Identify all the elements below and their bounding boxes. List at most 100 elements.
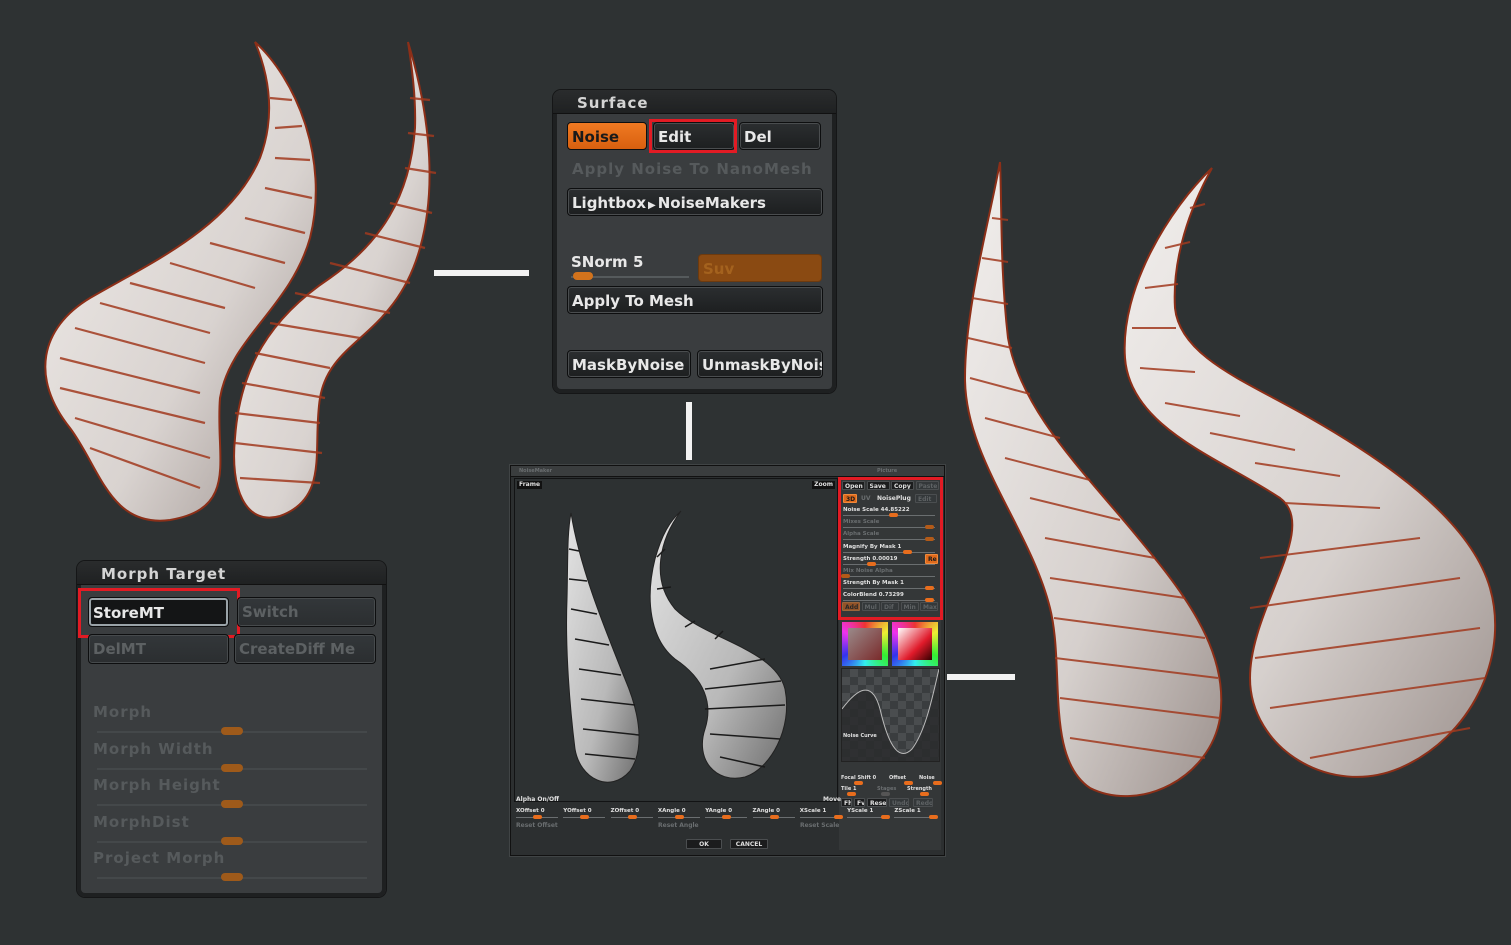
noise-param-track[interactable] xyxy=(843,563,935,565)
snorm-label: SNorm xyxy=(571,253,628,271)
transform-handle[interactable] xyxy=(833,815,843,819)
morph-slider-handle[interactable] xyxy=(221,727,243,735)
transform-handle[interactable] xyxy=(674,815,684,819)
move-button[interactable]: Move xyxy=(823,796,841,804)
reset-angle-button[interactable]: Reset Angle xyxy=(658,822,699,830)
lightbox-noisemakers-button[interactable]: Lightbox ▶ NoiseMakers xyxy=(567,188,823,216)
unmask-by-noise-button[interactable]: UnmaskByNois xyxy=(697,350,823,378)
copy-button[interactable]: Copy xyxy=(891,481,914,490)
blend-max-button[interactable]: Max xyxy=(920,602,938,611)
noise-param-track[interactable] xyxy=(843,588,935,590)
reset-scale-button[interactable]: Reset Scale xyxy=(800,822,839,830)
reset-offset-button[interactable]: Reset Offset xyxy=(516,822,558,830)
switch-button[interactable]: Switch xyxy=(237,597,376,627)
mask-by-noise-button[interactable]: MaskByNoise xyxy=(567,350,691,378)
color-swatch xyxy=(898,628,932,660)
noise-curve-editor[interactable] xyxy=(841,668,940,762)
curve-redo-button[interactable]: Redo xyxy=(913,798,933,807)
blend-add-button[interactable]: Add xyxy=(842,602,860,611)
transform-handle[interactable] xyxy=(928,815,938,819)
suv-button[interactable]: Suv xyxy=(698,254,822,282)
noise-param-track[interactable] xyxy=(843,551,935,553)
snorm-slider-handle[interactable] xyxy=(573,272,593,280)
surface-palette: Surface Noise Edit Del Apply Noise To Na… xyxy=(553,90,836,393)
transform-value: 0 xyxy=(776,808,780,814)
curve-param-handle[interactable] xyxy=(846,792,856,796)
edit-button[interactable]: Edit xyxy=(653,122,735,150)
morph-slider-handle[interactable] xyxy=(221,836,243,845)
morph-slider-label: Morph Width xyxy=(93,739,214,758)
transform-handle[interactable] xyxy=(769,815,779,819)
curve-param-handle[interactable] xyxy=(932,781,942,785)
open-button[interactable]: Open xyxy=(842,481,865,490)
paste-button[interactable]: Paste xyxy=(915,481,939,490)
color-picker-2[interactable] xyxy=(892,622,938,666)
transform-value: 0 xyxy=(540,808,545,814)
transform-handle[interactable] xyxy=(533,815,542,819)
curve-fh-button[interactable]: Fh xyxy=(841,798,852,807)
lightbox-label: Lightbox xyxy=(572,194,647,212)
cancel-button[interactable]: CANCEL xyxy=(730,839,768,849)
transform-value: 1 xyxy=(869,808,874,814)
blend-mul-button[interactable]: Mul xyxy=(861,602,880,611)
store-mt-button[interactable]: StoreMT xyxy=(88,597,229,627)
apply-noise-to-nanomesh-button[interactable]: Apply Noise To NanoMesh xyxy=(572,160,813,178)
noise-param-label: Alpha Scale xyxy=(843,530,879,538)
noise-plug-button[interactable]: NoisePlug xyxy=(877,495,911,503)
noise-param-label: Mixes Scale xyxy=(843,518,879,526)
blend-dif-button[interactable]: Dif xyxy=(881,602,899,611)
noise-param-handle[interactable] xyxy=(889,513,899,517)
morph-slider-handle[interactable] xyxy=(221,763,243,772)
transform-label: ZOffset 0 xyxy=(611,807,640,815)
noise-preview-viewport[interactable]: Frame Zoom xyxy=(514,478,838,802)
alpha-toggle[interactable]: Alpha On/Off xyxy=(516,796,559,804)
uv-toggle[interactable]: UV xyxy=(861,495,871,503)
transform-handle[interactable] xyxy=(881,815,891,819)
transform-label: XAngle 0 xyxy=(658,807,686,815)
ok-button[interactable]: OK xyxy=(686,839,722,849)
transform-value: 1 xyxy=(916,808,921,814)
noise-param-track[interactable] xyxy=(843,527,935,529)
snorm-value: 5 xyxy=(632,253,644,271)
noise-param-handle[interactable] xyxy=(867,561,877,566)
noise-param-handle[interactable] xyxy=(924,586,934,591)
noise-param-name: Strength By Mask xyxy=(843,580,899,587)
noise-param-handle[interactable] xyxy=(841,574,850,578)
save-button[interactable]: Save xyxy=(866,481,890,490)
noise-button[interactable]: Noise xyxy=(567,122,647,150)
zoom-button[interactable]: Zoom xyxy=(812,481,835,489)
color-picker-1[interactable] xyxy=(842,622,888,666)
del-button[interactable]: Del xyxy=(739,122,821,150)
noise-param-handle[interactable] xyxy=(924,537,934,542)
curve-reset-button[interactable]: Reset xyxy=(867,798,887,807)
morph-slider-handle[interactable] xyxy=(221,800,243,808)
morph-target-palette: Morph Target StoreMT Switch DelMT Create… xyxy=(77,561,386,897)
transform-handle[interactable] xyxy=(627,815,637,819)
curve-fv-button[interactable]: Fv xyxy=(854,798,865,807)
morph-slider-label: Morph Height xyxy=(93,776,221,794)
transform-handle[interactable] xyxy=(722,815,732,819)
frame-button[interactable]: Frame xyxy=(517,481,543,489)
noise-param-label: ColorBlend 0.73299 xyxy=(843,591,904,599)
noise-param-name: Magnify By Mask xyxy=(843,543,896,550)
curve-param-name: Noise xyxy=(919,775,935,781)
transform-label: ZScale 1 xyxy=(894,807,920,815)
curve-param-handle[interactable] xyxy=(881,792,890,796)
noise-param-handle[interactable] xyxy=(902,549,912,554)
create-diff-mesh-button[interactable]: CreateDiff Me xyxy=(234,634,376,664)
noise-param-handle[interactable] xyxy=(924,525,934,530)
color-swatch xyxy=(848,628,882,660)
morph-slider-handle[interactable] xyxy=(221,873,243,881)
apply-to-mesh-button[interactable]: Apply To Mesh xyxy=(567,286,823,314)
curve-undo-button[interactable]: Undo xyxy=(889,798,909,807)
3d-toggle[interactable]: 3D xyxy=(843,494,857,503)
noise-param-track[interactable] xyxy=(843,576,935,577)
curve-param-handle[interactable] xyxy=(920,792,929,796)
blend-min-button[interactable]: Min xyxy=(900,602,919,611)
transform-handle[interactable] xyxy=(580,815,590,819)
rel-button[interactable]: Rel xyxy=(925,554,938,564)
noise-edit-button[interactable]: Edit xyxy=(915,494,937,503)
transform-value: 0 xyxy=(681,808,686,814)
noise-param-track[interactable] xyxy=(843,539,935,541)
delmt-button[interactable]: DelMT xyxy=(88,634,229,664)
